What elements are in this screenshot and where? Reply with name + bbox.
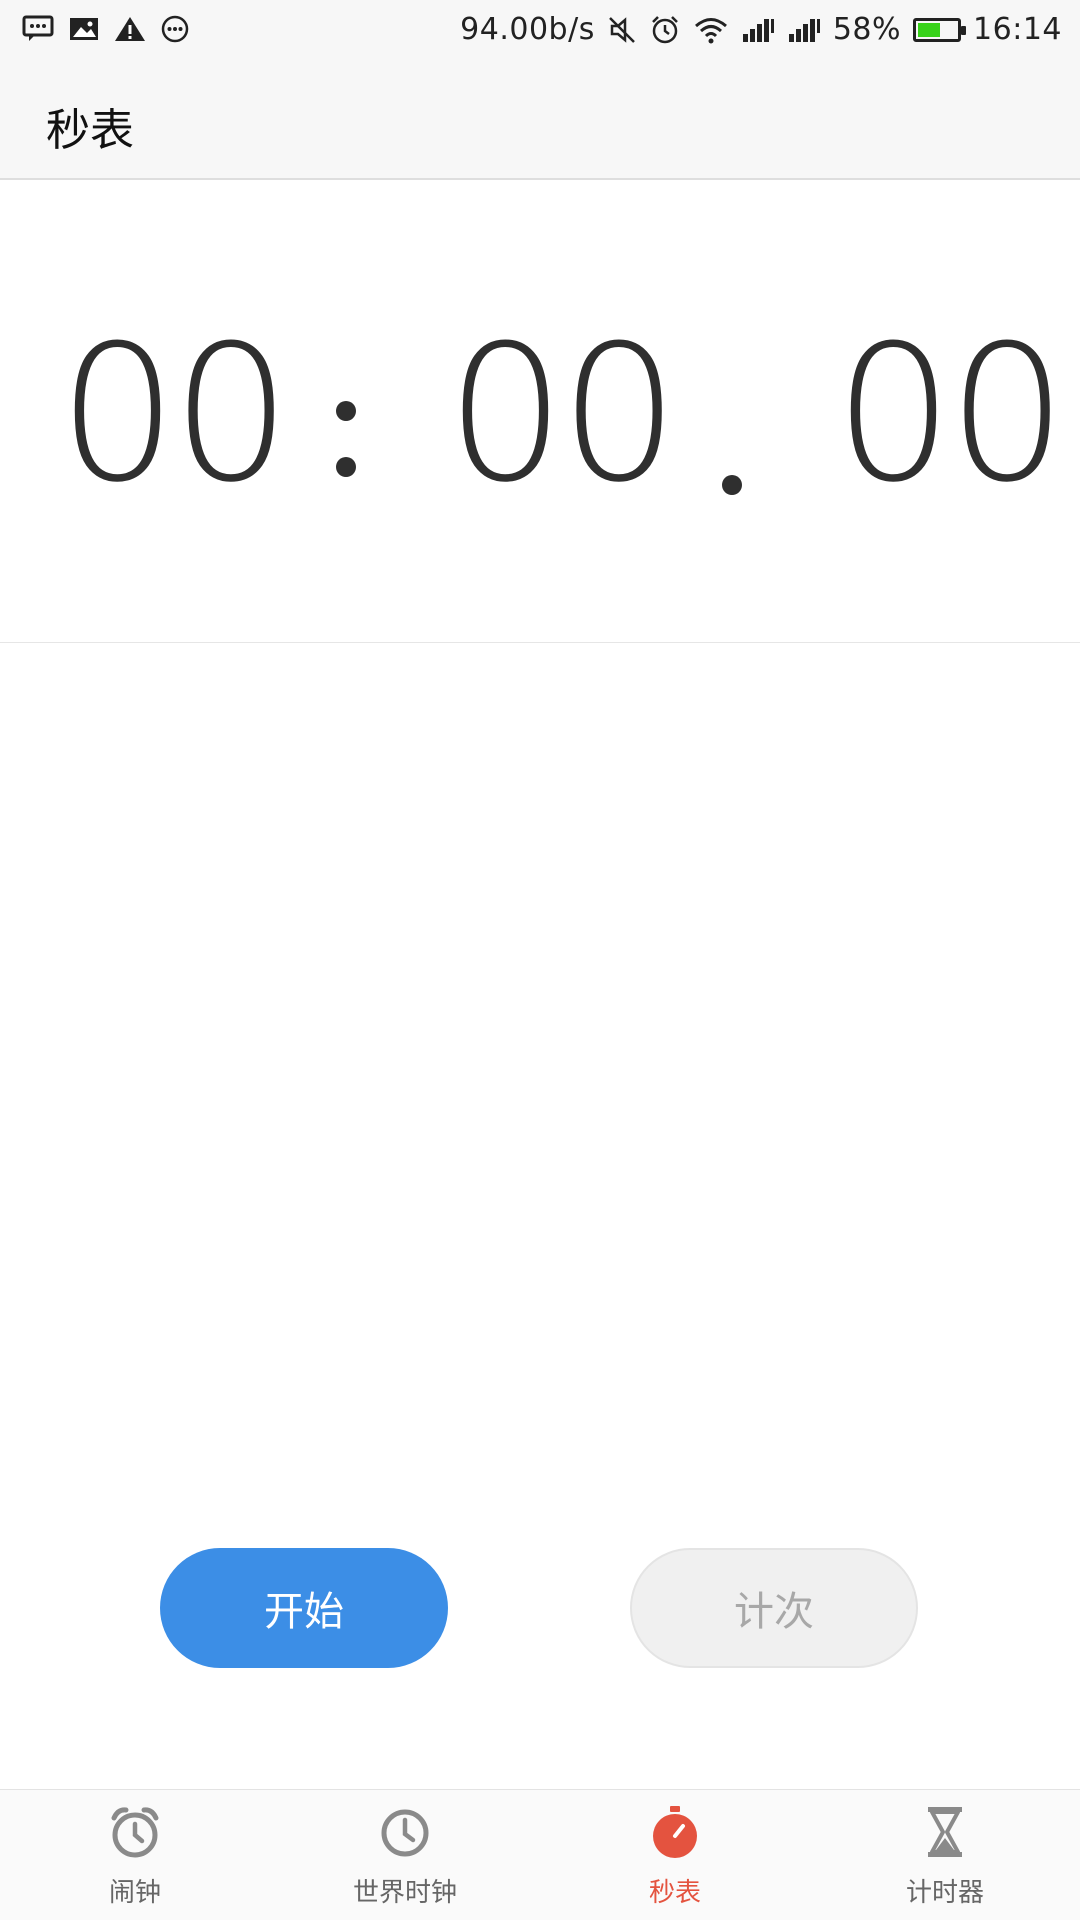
lap-button[interactable]: 计次: [630, 1548, 918, 1668]
app-bar: 秒表: [0, 64, 1080, 180]
clock-icon: [381, 1809, 429, 1857]
alarm-icon: [651, 15, 678, 43]
status-indicators: 94.00b/s 58% 16:14: [460, 12, 1062, 47]
timer-minutes: 00: [58, 305, 291, 524]
signal-icon: [742, 18, 774, 42]
notification-icons: [22, 14, 190, 44]
start-button[interactable]: 开始: [160, 1548, 448, 1668]
timer-hundredths: 00: [834, 305, 1067, 524]
hourglass-icon: [928, 1807, 962, 1857]
clock-time: 16:14: [973, 12, 1062, 47]
wifi-icon: [694, 17, 727, 43]
decimal-point: [722, 475, 742, 495]
image-icon: [70, 18, 98, 40]
tab-alarm-label: 闹钟: [108, 1878, 161, 1908]
tab-timer-label: 计时器: [905, 1878, 984, 1908]
tab-world-clock[interactable]: 世界时钟: [270, 1790, 540, 1920]
status-bar: 94.00b/s 58% 16:14: [0, 0, 1080, 64]
tab-timer[interactable]: 计时器: [810, 1790, 1080, 1920]
stopwatch-icon: [653, 1806, 697, 1858]
more-icon: [161, 15, 189, 43]
net-speed: 94.00b/s: [460, 12, 595, 47]
timer-seconds: 00: [446, 305, 679, 524]
message-icon: [22, 15, 54, 41]
warning-icon: [115, 17, 145, 41]
timer-readout: 00 00 00: [0, 305, 1080, 524]
signal-icon-2: [788, 18, 820, 42]
tab-alarm[interactable]: 闹钟: [0, 1790, 270, 1920]
battery-level: [918, 22, 941, 37]
bottom-nav: 闹钟 世界时钟 秒表 计时器: [0, 1789, 1080, 1920]
alarm-clock-icon: [111, 1807, 159, 1858]
stopwatch-display: 00 00 00: [0, 180, 1080, 643]
colon-dot-upper: [336, 401, 356, 421]
battery-percent: 58%: [832, 12, 902, 47]
battery-icon: [913, 17, 967, 42]
colon-dot-lower: [336, 457, 356, 477]
tab-stopwatch[interactable]: 秒表: [540, 1790, 810, 1920]
page-title: 秒表: [46, 105, 134, 156]
tab-world-clock-label: 世界时钟: [352, 1878, 457, 1908]
mute-icon: [608, 16, 635, 43]
tab-stopwatch-label: 秒表: [648, 1878, 701, 1908]
